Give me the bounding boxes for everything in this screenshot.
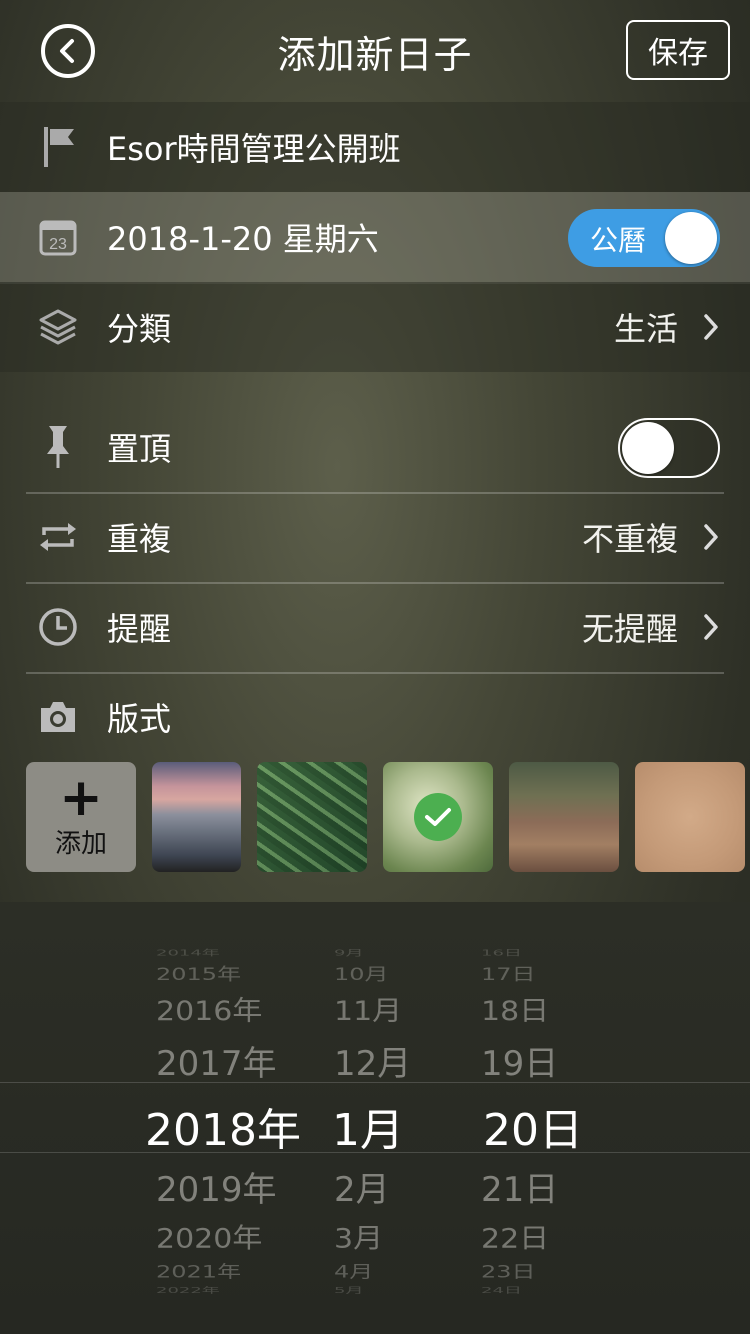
back-button[interactable] <box>41 24 95 78</box>
picker-year-option[interactable]: 2020年 <box>156 1216 262 1256</box>
clock-icon <box>36 605 80 649</box>
picker-year-option[interactable]: 2016年 <box>156 988 262 1028</box>
chevron-right-icon <box>704 314 718 340</box>
repeat-label: 重複 <box>107 520 172 558</box>
pin-label: 置頂 <box>107 430 172 468</box>
style-row: 版式 <box>0 672 750 762</box>
add-style-button[interactable]: + 添加 <box>26 762 136 872</box>
picker-month-option[interactable]: 4月 <box>334 1258 373 1283</box>
layers-icon <box>36 305 80 349</box>
picker-month-option[interactable]: 9月 <box>334 946 363 958</box>
pin-row: 置頂 <box>0 402 750 492</box>
style-thumb-sunset[interactable] <box>152 762 241 872</box>
calendar-type-toggle[interactable]: 公曆 <box>568 209 720 267</box>
save-button[interactable]: 保存 <box>626 20 730 80</box>
picker-month-selected[interactable]: 1月 <box>332 1094 404 1158</box>
calendar-icon: 23 <box>36 215 80 259</box>
picker-day-option[interactable]: 18日 <box>481 988 549 1028</box>
repeat-icon <box>36 515 80 559</box>
date-picker[interactable]: 2014年 2015年 2016年 2017年 2018年 2019年 2020年 2021年… <box>0 902 750 1334</box>
picker-month-option[interactable]: 10月 <box>334 961 389 986</box>
picker-month-option[interactable]: 12月 <box>334 1036 411 1085</box>
reminder-row[interactable]: 提醒 无提醒 <box>0 582 750 672</box>
calendar-type-label: 公曆 <box>590 224 647 257</box>
picker-month-option[interactable]: 3月 <box>334 1216 383 1256</box>
picker-year-option[interactable]: 2017年 <box>156 1036 277 1085</box>
flag-icon <box>36 125 80 169</box>
style-thumb-cork[interactable] <box>635 762 745 872</box>
reminder-label: 提醒 <box>107 610 172 648</box>
pin-toggle[interactable] <box>618 418 720 478</box>
chevron-right-icon <box>704 614 718 640</box>
reminder-value: 无提醒 <box>581 610 678 648</box>
add-style-label: 添加 <box>54 828 107 859</box>
style-thumb-fern[interactable] <box>257 762 367 872</box>
style-thumbnails: + 添加 <box>0 762 750 872</box>
camera-icon <box>36 695 80 739</box>
picker-day-option[interactable]: 21日 <box>481 1162 558 1211</box>
category-row[interactable]: 分類 生活 <box>0 282 750 372</box>
svg-text:23: 23 <box>49 236 67 253</box>
picker-year-option[interactable]: 2021年 <box>156 1258 241 1283</box>
picker-year-selected[interactable]: 2018年 <box>145 1094 301 1158</box>
picker-year-option[interactable]: 2022年 <box>156 1284 220 1296</box>
category-label: 分類 <box>107 310 172 348</box>
date-label: 2018-1-20 星期六 <box>107 220 379 258</box>
style-label: 版式 <box>107 700 172 738</box>
picker-year-option[interactable]: 2019年 <box>156 1162 277 1211</box>
style-thumb-leaves[interactable] <box>383 762 493 872</box>
toggle-knob <box>665 212 717 264</box>
picker-day-option[interactable]: 16日 <box>481 946 522 958</box>
plus-icon: + <box>59 767 103 828</box>
style-thumb-grass[interactable] <box>509 762 619 872</box>
pin-icon <box>36 425 80 469</box>
toggle-knob <box>622 422 674 474</box>
picker-month-option[interactable]: 11月 <box>334 988 402 1028</box>
picker-year-option[interactable]: 2015年 <box>156 961 241 986</box>
picker-day-option[interactable]: 24日 <box>481 1284 522 1296</box>
repeat-row[interactable]: 重複 不重複 <box>0 492 750 582</box>
picker-month-option[interactable]: 5月 <box>334 1284 363 1296</box>
picker-month-option[interactable]: 2月 <box>334 1162 390 1211</box>
picker-day-option[interactable]: 22日 <box>481 1216 549 1256</box>
chevron-right-icon <box>704 524 718 550</box>
picker-day-option[interactable]: 23日 <box>481 1258 536 1283</box>
event-name-row[interactable]: Esor時間管理公開班 <box>0 102 750 192</box>
category-value: 生活 <box>613 310 678 348</box>
date-row[interactable]: 23 2018-1-20 星期六 公曆 <box>0 192 750 282</box>
picker-year-option[interactable]: 2014年 <box>156 946 220 958</box>
header: 添加新日子 保存 <box>0 0 750 102</box>
page-title: 添加新日子 <box>277 32 473 77</box>
picker-day-option[interactable]: 17日 <box>481 961 536 986</box>
picker-day-selected[interactable]: 20日 <box>483 1094 583 1158</box>
picker-day-option[interactable]: 19日 <box>481 1036 558 1085</box>
repeat-value: 不重複 <box>581 520 678 558</box>
event-name: Esor時間管理公開班 <box>107 130 401 168</box>
checkmark-icon <box>414 793 462 841</box>
chevron-left-icon <box>60 39 74 63</box>
